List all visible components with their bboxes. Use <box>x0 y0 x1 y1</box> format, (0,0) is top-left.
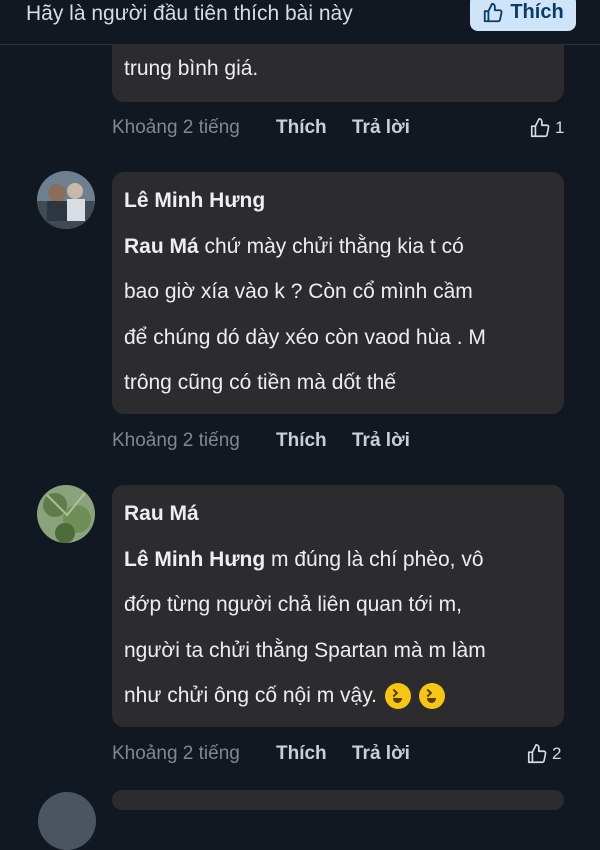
reaction-count[interactable]: 2 <box>526 743 561 765</box>
comment-line: như chửi ông cố nội m vậy. <box>124 673 445 719</box>
like-post-label: Thích <box>510 1 564 23</box>
top-bar: Hãy là người đầu tiên thích bài này Thíc… <box>0 0 600 45</box>
comment-author[interactable]: Rau Má <box>124 491 199 537</box>
comment-line: Rau Má chứ mày chửi thằng kia t có <box>124 235 464 258</box>
comment-line: bao giờ xía vào k ? Còn cổ mình cầm <box>124 280 473 303</box>
reaction-count[interactable]: 1 <box>529 117 564 139</box>
mention-link[interactable]: Rau Má <box>124 235 199 258</box>
like-comment-button[interactable]: Thích <box>276 430 327 452</box>
comment-actions: Khoảng 2 tiếng Thích Trả lời <box>112 430 572 460</box>
laughing-emoji-icon <box>418 683 445 710</box>
comment-bubble: Lê Minh Hưng Rau Má chứ mày chửi thằng k… <box>112 172 564 414</box>
reply-button[interactable]: Trả lời <box>352 430 410 452</box>
thumbs-up-icon <box>484 2 503 22</box>
avatar[interactable] <box>37 485 95 543</box>
laughing-emoji-icon <box>384 683 411 710</box>
first-like-text: Hãy là người đầu tiên thích bài này <box>26 2 353 25</box>
comment-bubble: Rau Má Lê Minh Hưng m đúng là chí phèo, … <box>112 485 564 727</box>
comment-line: để chúng dó dày xéo còn vaod hùa . M <box>124 326 486 349</box>
comment-line: Lê Minh Hưng m đúng là chí phèo, vô <box>124 548 484 571</box>
mention-link[interactable]: Lê Minh Hưng <box>124 548 265 571</box>
thumbs-up-icon <box>527 744 547 764</box>
like-comment-button[interactable]: Thích <box>276 117 327 139</box>
comment-author[interactable]: Lê Minh Hưng <box>124 178 265 224</box>
comment-line: người ta chửi thằng Spartan mà m làm <box>124 639 486 662</box>
comment-bubble <box>112 790 564 810</box>
comment-actions: Khoảng 2 tiếng Thích Trả lời <box>112 743 572 773</box>
comment-actions-prev: Khoảng 2 tiếng Thích Trả lời <box>112 117 572 147</box>
comment-time: Khoảng 2 tiếng <box>112 117 240 138</box>
reply-button[interactable]: Trả lời <box>352 117 410 139</box>
reply-button[interactable]: Trả lời <box>352 743 410 765</box>
comment-line: đớp từng người chả liên quan tới m, <box>124 593 462 616</box>
reaction-count-value: 1 <box>555 118 565 137</box>
comment-time: Khoảng 2 tiếng <box>112 430 240 451</box>
avatar[interactable] <box>37 171 95 229</box>
like-post-button[interactable]: Thích <box>470 0 576 31</box>
comment-text: trung bình giá. <box>124 57 259 80</box>
thumbs-up-icon <box>530 118 550 138</box>
reaction-count-value: 2 <box>552 744 562 763</box>
like-comment-button[interactable]: Thích <box>276 743 327 765</box>
comment-line: trông cũng có tiền mà dốt thế <box>124 371 397 394</box>
comment-time: Khoảng 2 tiếng <box>112 743 240 764</box>
avatar[interactable] <box>38 792 96 850</box>
